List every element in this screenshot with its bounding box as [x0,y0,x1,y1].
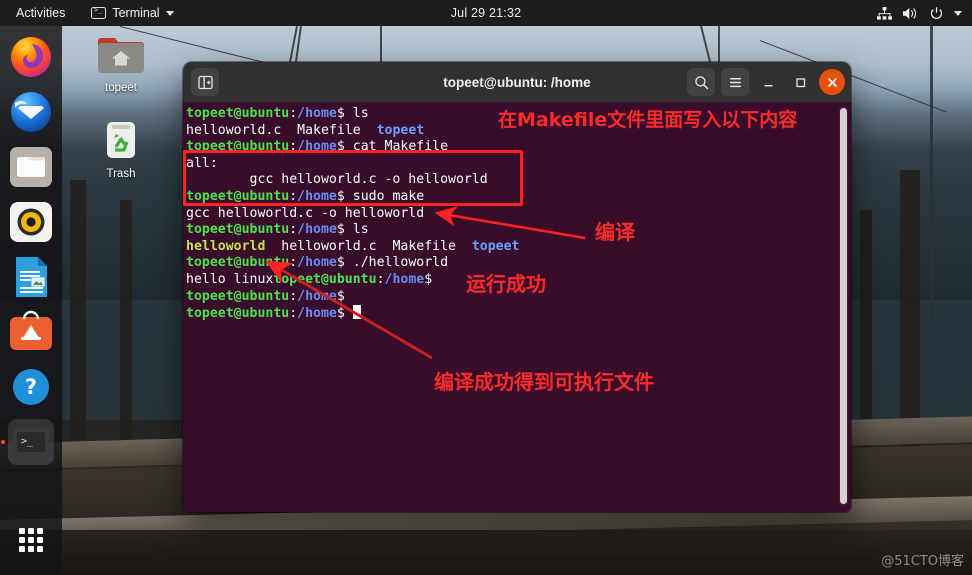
software-icon [10,310,52,350]
ubuntu-dock: ? >_ [0,26,62,575]
terminal-line: helloworld.c Makefile topeet [186,122,425,138]
dock-item-firefox[interactable] [8,34,54,80]
volume-icon[interactable] [903,7,919,20]
terminal-line: all: [186,155,218,171]
dock-item-files[interactable] [8,144,54,190]
system-indicators[interactable] [877,6,972,20]
scrollbar-thumb[interactable] [840,108,847,504]
chevron-down-icon [165,10,174,16]
desktop-icon-topeet[interactable]: topeet [84,32,158,94]
chevron-down-icon[interactable] [954,10,962,16]
terminal-title: topeet@ubuntu: /home [443,74,591,90]
power-icon[interactable] [930,6,943,20]
activities-label: Activities [16,6,66,20]
terminal-titlebar[interactable]: topeet@ubuntu: /home [183,62,851,102]
trash-icon [107,122,135,158]
dock-item-thunderbird[interactable] [8,89,54,135]
thunderbird-icon [11,92,51,132]
terminal-line: topeet@ubuntu:/home$ ./helloworld [186,255,449,271]
terminal-icon: >_ [13,427,49,456]
app-menu-label: Terminal [112,6,160,20]
desktop-icon-trash[interactable]: Trash [84,118,158,180]
terminal-line: topeet@ubuntu:/home$ cat Makefile [186,139,449,155]
terminal-line: topeet@ubuntu:/home$ [186,288,353,304]
terminal-output: topeet@ubuntu:/home$ ls helloworld.c Make… [186,106,851,323]
terminal-body[interactable]: topeet@ubuntu:/home$ ls helloworld.c Make… [183,102,851,512]
search-icon[interactable] [687,68,715,96]
terminal-window: topeet@ubuntu: /home topeet@ubuntu:/home… [183,62,851,512]
dock-item-ubuntu-software[interactable] [8,309,54,355]
clock-datetime[interactable]: Jul 29 21:32 [406,6,566,20]
terminal-line: helloworld helloworld.c Makefile topeet [186,238,520,254]
dock-item-libreoffice-writer[interactable] [8,254,54,300]
show-applications-button[interactable] [8,517,54,563]
network-icon[interactable] [877,6,892,20]
terminal-line: topeet@ubuntu:/home$ ls [186,222,369,238]
writer-icon [16,257,47,297]
hamburger-menu-icon[interactable] [721,68,749,96]
terminal-line: gcc helloworld.c -o helloworld [186,172,488,188]
minimize-icon[interactable] [755,69,781,95]
terminal-icon [91,6,107,19]
watermark: @51CTO博客 [881,554,964,569]
terminal-line: topeet@ubuntu:/home$ ls [186,106,369,121]
desktop-icon-label: Trash [106,168,136,180]
app-menu-terminal[interactable]: Terminal [85,3,179,23]
dock-item-rhythmbox[interactable] [8,199,54,245]
close-icon[interactable] [819,69,845,95]
svg-text:>_: >_ [21,436,34,447]
activities-button[interactable]: Activities [10,3,71,23]
firefox-icon [11,37,51,77]
rhythmbox-icon [10,202,52,242]
files-icon [10,147,52,187]
terminal-scrollbar[interactable] [839,106,848,506]
svg-text:?: ? [25,375,37,399]
desktop-icon-label: topeet [105,82,137,94]
maximize-icon[interactable] [787,69,813,95]
terminal-line: gcc helloworld.c -o helloworld [186,205,425,221]
gnome-top-bar: Activities Terminal Jul 29 21:32 [0,0,972,26]
terminal-line: topeet@ubuntu:/home$ sudo make [186,188,425,204]
new-tab-icon[interactable] [191,68,219,96]
help-icon: ? [13,369,49,405]
dock-item-terminal[interactable]: >_ [8,419,54,465]
terminal-line: topeet@ubuntu:/home$ [186,305,851,323]
dock-item-help[interactable]: ? [8,364,54,410]
terminal-line: hello linuxtopeet@ubuntu:/home$ [186,271,441,287]
home-folder-icon [98,38,144,73]
grid-icon [19,528,43,552]
